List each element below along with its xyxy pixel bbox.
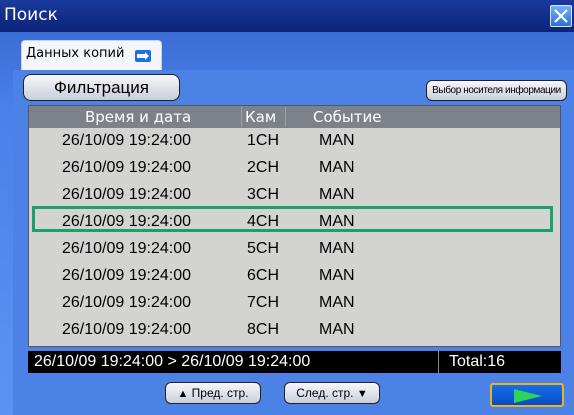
table-row[interactable]: 26/10/09 19:24:00 7CH MAN: [29, 290, 560, 317]
cell-cam: 7CH: [247, 294, 280, 311]
tab-content: Фильтрация Выбор носителя информации Вре…: [13, 70, 574, 415]
cell-event: MAN: [319, 240, 355, 257]
cell-event: MAN: [319, 186, 355, 203]
cell-datetime: 26/10/09 19:24:00: [62, 321, 192, 338]
close-button[interactable]: [550, 5, 572, 27]
cell-datetime: 26/10/09 19:24:00: [62, 159, 192, 176]
table-row[interactable]: 26/10/09 19:24:00 6CH MAN: [29, 263, 560, 290]
table-row[interactable]: 26/10/09 19:24:00 5CH MAN: [29, 236, 560, 263]
total-count: Total:16: [438, 351, 559, 373]
play-icon: [514, 389, 542, 403]
search-window: Поиск Данных копий Фильтрация Выбор носи…: [0, 0, 574, 415]
cell-cam: 4CH: [247, 213, 280, 230]
cell-event: MAN: [319, 294, 355, 311]
cell-cam: 1CH: [247, 132, 280, 149]
table-header: Время и дата Кам Событие: [29, 106, 560, 128]
cell-datetime: 26/10/09 19:24:00: [62, 186, 192, 203]
tab-label: Данных копий: [26, 46, 125, 61]
table-row[interactable]: 26/10/09 19:24:00 1CH MAN: [29, 128, 560, 155]
down-triangle-icon: ▼: [356, 388, 368, 400]
tab-copy-data[interactable]: Данных копий: [21, 40, 162, 70]
header-divider: [285, 107, 286, 127]
date-range-text: 26/10/09 19:24:00 > 26/10/09 19:24:00: [34, 353, 311, 370]
cell-datetime: 26/10/09 19:24:00: [62, 294, 192, 311]
select-media-button[interactable]: Выбор носителя информации: [426, 80, 567, 101]
cell-event: MAN: [319, 159, 355, 176]
cell-datetime: 26/10/09 19:24:00: [62, 132, 192, 149]
cell-cam: 3CH: [247, 186, 280, 203]
table-row[interactable]: 26/10/09 19:24:00 3CH MAN: [29, 182, 560, 209]
cell-cam: 6CH: [247, 267, 280, 284]
window-title: Поиск: [4, 5, 58, 25]
cell-event: MAN: [319, 132, 355, 149]
table-row[interactable]: 26/10/09 19:24:00 8CH MAN: [29, 317, 560, 344]
table-row[interactable]: 26/10/09 19:24:00 2CH MAN: [29, 155, 560, 182]
cell-event: MAN: [319, 321, 355, 338]
title-bar: Поиск: [0, 0, 574, 32]
main-panel: Данных копий Фильтрация Выбор носителя и…: [0, 32, 574, 415]
copy-icon: [135, 50, 151, 62]
next-page-button[interactable]: След. стр. ▼: [284, 382, 380, 404]
filter-button[interactable]: Фильтрация: [23, 74, 180, 101]
table-row-selected[interactable]: 26/10/09 19:24:00 4CH MAN: [29, 209, 560, 236]
cell-event: MAN: [319, 267, 355, 284]
close-icon: [554, 9, 568, 23]
prev-page-button[interactable]: ▲ Пред. стр.: [165, 382, 261, 404]
cell-cam: 8CH: [247, 321, 280, 338]
up-triangle-icon: ▲: [177, 388, 189, 400]
prev-page-label: Пред. стр.: [191, 386, 249, 400]
next-page-label: След. стр.: [296, 386, 354, 400]
cell-datetime: 26/10/09 19:24:00: [62, 213, 192, 230]
header-divider: [241, 107, 242, 127]
cell-datetime: 26/10/09 19:24:00: [62, 267, 192, 284]
table-body: 26/10/09 19:24:00 1CH MAN 26/10/09 19:24…: [29, 128, 560, 346]
header-cam: Кам: [245, 108, 277, 126]
results-table: Время и дата Кам Событие 26/10/09 19:24:…: [28, 105, 561, 347]
header-datetime: Время и дата: [85, 108, 192, 126]
cell-event: MAN: [319, 213, 355, 230]
cell-datetime: 26/10/09 19:24:00: [62, 240, 192, 257]
range-bar: 26/10/09 19:24:00 > 26/10/09 19:24:00 To…: [28, 351, 561, 373]
cell-cam: 2CH: [247, 159, 280, 176]
play-button[interactable]: [490, 383, 564, 407]
header-event: Событие: [313, 108, 382, 126]
cell-cam: 5CH: [247, 240, 280, 257]
